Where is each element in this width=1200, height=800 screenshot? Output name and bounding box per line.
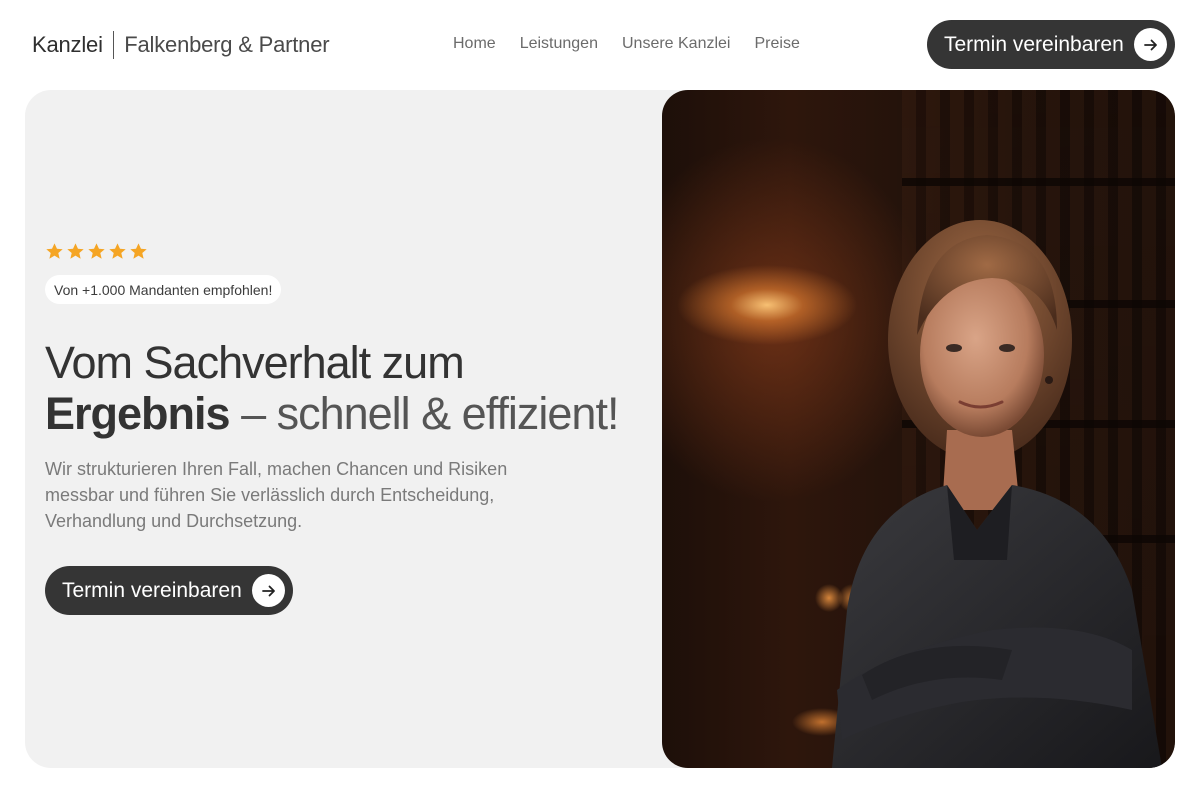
nav-leistungen[interactable]: Leistungen: [520, 35, 598, 53]
hero-description: Wir strukturieren Ihren Fall, machen Cha…: [45, 459, 508, 531]
star-icon: [109, 243, 126, 259]
lawyer-portrait-photo: [662, 90, 1175, 768]
nav-preise[interactable]: Preise: [754, 35, 799, 53]
star-icon: [130, 243, 147, 259]
headline-part-2: Ergebnis: [45, 388, 231, 439]
header-appointment-label: Termin vereinbaren: [944, 32, 1124, 56]
hero-content: Von +1.000 Mandanten empfohlen! Vom Sach…: [45, 90, 645, 768]
hero-appointment-label: Termin vereinbaren: [62, 578, 242, 602]
hero-appointment-button[interactable]: Termin vereinbaren: [45, 566, 293, 615]
star-icon: [46, 243, 63, 259]
arrow-right-icon: [1134, 28, 1167, 61]
main-nav: Home Leistungen Unsere Kanzlei Preise: [453, 35, 800, 53]
headline-part-3: – schnell & effizient!: [241, 388, 619, 439]
portrait-figure: [832, 220, 1162, 768]
logo-firm: Falkenberg & Partner: [124, 32, 330, 57]
arrow-right-icon: [252, 574, 285, 607]
logo-divider: [112, 31, 115, 59]
recommendation-badge: Von +1.000 Mandanten empfohlen!: [45, 275, 282, 304]
headline-part-1: Vom Sachverhalt zum: [45, 337, 465, 388]
star-icon: [88, 243, 105, 259]
hero-section: Von +1.000 Mandanten empfohlen! Vom Sach…: [25, 90, 1175, 768]
header-appointment-button[interactable]: Termin vereinbaren: [927, 20, 1175, 69]
rating-stars: [45, 242, 148, 261]
logo-name: Kanzlei: [32, 32, 103, 57]
hero-headline: Vom Sachverhalt zum Ergebnis – schnell &…: [45, 337, 645, 439]
nav-unsere-kanzlei[interactable]: Unsere Kanzlei: [622, 35, 731, 53]
star-icon: [67, 243, 84, 259]
logo[interactable]: Kanzlei Falkenberg & Partner: [32, 30, 330, 60]
nav-home[interactable]: Home: [453, 35, 496, 53]
site-header: Kanzlei Falkenberg & Partner Home Leistu…: [0, 0, 1200, 90]
